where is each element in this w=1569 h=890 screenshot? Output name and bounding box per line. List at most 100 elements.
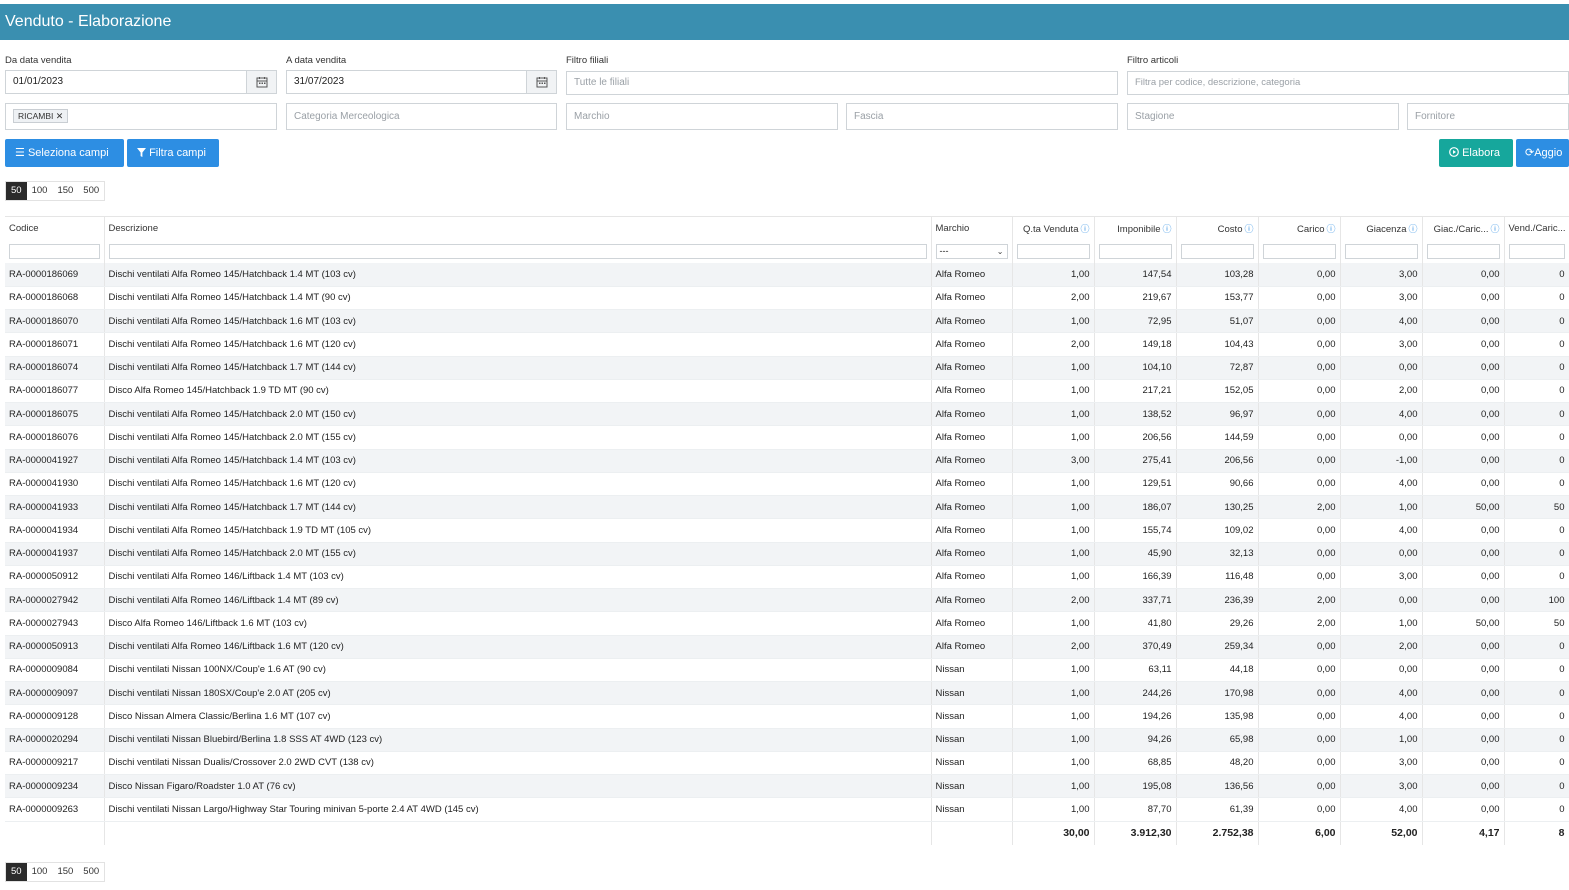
table-row[interactable]: RA-0000050913 Dischi ventilati Alfa Romeo… [5,635,1569,659]
info-icon[interactable]: ⓘ [1408,224,1417,234]
info-icon[interactable]: ⓘ [1244,224,1253,234]
filter-vend-caric-input[interactable] [1508,243,1565,259]
table-row[interactable]: RA-0000186076 Dischi ventilati Alfa Romeo… [5,425,1569,450]
filter-costo-input[interactable] [1180,243,1254,259]
table-row[interactable]: RA-0000041933 Dischi ventilati Alfa Romeo… [5,495,1569,520]
col-codice[interactable]: Codice [5,217,105,239]
cell-costo: 206,56 [1176,449,1259,473]
cell-giacenza: 4,00 [1340,472,1423,497]
a-data-input[interactable]: 31/07/2023 [286,70,557,94]
cell-giacenza: 3,00 [1340,751,1423,776]
articoli-input[interactable]: Filtra per codice, descrizione, categori… [1127,71,1569,95]
table-row[interactable]: RA-0000186070 Dischi ventilati Alfa Romeo… [5,309,1569,334]
cell-vend-caric: 0 [1504,425,1569,450]
table-row[interactable]: RA-0000186075 Dischi ventilati Alfa Romeo… [5,402,1569,427]
cell-giac-caric: 0,00 [1422,774,1505,799]
seleziona-campi-button[interactable]: ☰ Seleziona campi [5,139,124,167]
table-row[interactable]: RA-0000009263 Dischi ventilati Nissan Lar… [5,797,1569,822]
info-icon[interactable]: ⓘ [1162,224,1171,234]
col-giacenza[interactable]: Giacenza ⓘ [1340,217,1423,239]
filter-marchio-select[interactable]: --- ⌄ [935,243,1008,259]
table-row[interactable]: RA-0000041927 Dischi ventilati Alfa Romeo… [5,449,1569,473]
cell-giac-caric: 0,00 [1422,402,1505,427]
cell-qta-venduta: 1,00 [1012,402,1095,427]
table-row[interactable]: RA-0000186068 Dischi ventilati Alfa Romeo… [5,286,1569,311]
cell-vend-caric: 0 [1504,751,1569,776]
filtra-campi-button[interactable]: Filtra campi [127,139,219,167]
cell-codice: RA-0000050912 [5,565,105,590]
table-row[interactable]: RA-0000041930 Dischi ventilati Alfa Romeo… [5,472,1569,497]
table-row[interactable]: RA-0000027942 Dischi ventilati Alfa Romeo… [5,588,1569,613]
filter-codice-input[interactable] [9,243,100,259]
cell-qta-venduta: 1,00 [1012,309,1095,334]
filter-carico-input[interactable] [1262,243,1336,259]
col-descrizione[interactable]: Descrizione [104,217,932,239]
filter-giac-caric-input[interactable] [1426,243,1500,259]
filter-imponibile-input[interactable] [1098,243,1172,259]
cell-vend-caric: 0 [1504,449,1569,473]
table-row[interactable]: RA-0000186071 Dischi ventilati Alfa Romeo… [5,332,1569,357]
cell-imponibile: 370,49 [1094,635,1177,659]
aggiorna-label: Aggio [1534,147,1563,159]
tipo-tag-input[interactable]: RICAMBI ✕ [5,103,277,130]
stagione-input[interactable]: Stagione [1127,103,1399,130]
cell-descrizione: Disco Alfa Romeo 145/Hatchback 1.9 TD MT… [104,379,932,404]
categoria-input[interactable]: Categoria Merceologica [286,103,557,130]
cell-imponibile: 155,74 [1094,518,1177,543]
col-marchio[interactable]: Marchio [931,217,1013,239]
fornitore-input[interactable]: Fornitore [1407,103,1569,130]
calendar-icon[interactable] [246,71,276,93]
page-size-50[interactable]: 50 [6,182,27,200]
cell-marchio: Alfa Romeo [931,449,1013,473]
filiali-input[interactable]: Tutte le filiali [566,71,1118,95]
table-row[interactable]: RA-0000041934 Dischi ventilati Alfa Romeo… [5,518,1569,543]
cell-marchio: Alfa Romeo [931,263,1013,287]
table-row[interactable]: RA-0000050912 Dischi ventilati Alfa Romeo… [5,565,1569,590]
info-icon[interactable]: ⓘ [1080,224,1089,234]
table-row[interactable]: RA-0000009217 Dischi ventilati Nissan Dua… [5,751,1569,776]
page-size-100[interactable]: 100 [27,863,53,881]
close-icon[interactable]: ✕ [56,111,64,121]
col-costo[interactable]: Costo ⓘ [1176,217,1259,239]
table-row[interactable]: RA-0000186069 Dischi ventilati Alfa Romeo… [5,263,1569,287]
table-row[interactable]: RA-0000020294 Dischi ventilati Nissan Blu… [5,728,1569,752]
page-size-50[interactable]: 50 [6,863,27,881]
col-qta-venduta[interactable]: Q.ta Venduta ⓘ [1012,217,1095,239]
filter-descrizione-input[interactable] [108,243,927,259]
info-icon[interactable]: ⓘ [1490,224,1499,234]
table-row[interactable]: RA-0000041937 Dischi ventilati Alfa Romeo… [5,542,1569,566]
filter-giacenza-input[interactable] [1344,243,1418,259]
marchio-input[interactable]: Marchio [566,103,838,130]
total-carico: 6,00 [1258,820,1341,845]
page-size-500[interactable]: 500 [78,182,104,200]
col-carico-label: Carico [1297,223,1325,235]
table-row[interactable]: RA-0000009128 Disco Nissan Almera Classic… [5,704,1569,729]
cell-qta-venduta: 3,00 [1012,449,1095,473]
table-row[interactable]: RA-0000009234 Disco Nissan Figaro/Roadste… [5,774,1569,799]
col-vend-caric[interactable]: Vend./Caric... [1504,217,1569,239]
table-row[interactable]: RA-0000186077 Disco Alfa Romeo 145/Hatchb… [5,379,1569,404]
col-carico[interactable]: Carico ⓘ [1258,217,1341,239]
col-giac-caric[interactable]: Giac./Caric... ⓘ [1422,217,1505,239]
cell-descrizione: Disco Nissan Almera Classic/Berlina 1.6 … [104,704,932,729]
da-data-input[interactable]: 01/01/2023 [5,70,277,94]
total-vend-caric: 8 [1504,820,1569,845]
aggiorna-button[interactable]: ⟳Aggio [1516,139,1569,167]
page-size-150[interactable]: 150 [52,863,78,881]
page-size-150[interactable]: 150 [52,182,78,200]
cell-imponibile: 275,41 [1094,449,1177,473]
cell-codice: RA-0000009217 [5,751,105,776]
info-icon[interactable]: ⓘ [1326,224,1335,234]
table-row[interactable]: RA-0000009097 Dischi ventilati Nissan 180… [5,681,1569,706]
cell-descrizione: Dischi ventilati Alfa Romeo 145/Hatchbac… [104,542,932,566]
elabora-button[interactable]: Elabora [1439,139,1513,167]
page-size-100[interactable]: 100 [27,182,53,200]
fascia-input[interactable]: Fascia [846,103,1118,130]
filter-qta-input[interactable] [1016,243,1090,259]
page-size-500[interactable]: 500 [78,863,104,881]
table-row[interactable]: RA-0000027943 Disco Alfa Romeo 146/Liftba… [5,611,1569,636]
calendar-icon[interactable] [526,71,556,93]
table-row[interactable]: RA-0000009084 Dischi ventilati Nissan 100… [5,658,1569,683]
col-imponibile[interactable]: Imponibile ⓘ [1094,217,1177,239]
table-row[interactable]: RA-0000186074 Dischi ventilati Alfa Romeo… [5,356,1569,380]
